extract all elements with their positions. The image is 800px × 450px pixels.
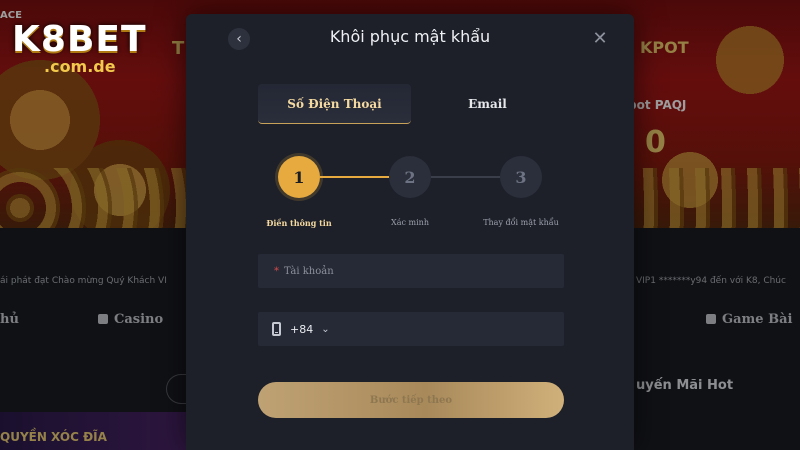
tab-phone-number[interactable]: Số Điện Thoại [258, 84, 411, 124]
step-2-label: Xác minh [391, 218, 429, 227]
country-code[interactable]: +84 [290, 323, 313, 336]
password-recovery-modal: ‹ Khôi phục mật khẩu ✕ Số Điện Thoại Ema… [186, 14, 634, 450]
close-button[interactable]: ✕ [588, 26, 612, 50]
next-step-button[interactable]: Bước tiếp theo [258, 382, 564, 418]
step-2-circle: 2 [389, 156, 431, 198]
phone-icon [272, 322, 281, 336]
account-placeholder: Tài khoản [284, 265, 334, 277]
brand-logo[interactable]: K8BET .com.de [12, 22, 147, 76]
modal-title: Khôi phục mật khẩu [329, 27, 491, 46]
logo-main-text: K8BET [12, 19, 147, 60]
account-input[interactable]: * Tài khoản [258, 254, 564, 288]
step-1-circle: 1 [278, 156, 320, 198]
step-3-circle: 3 [500, 156, 542, 198]
chevron-down-icon[interactable]: ⌄ [321, 324, 329, 335]
logo-domain-text: .com.de [44, 57, 116, 76]
close-icon: ✕ [592, 27, 608, 49]
required-mark: * [274, 265, 279, 277]
step-connector-1 [320, 176, 389, 178]
phone-input[interactable]: +84 ⌄ [258, 312, 564, 346]
tab-email[interactable]: Email [411, 84, 564, 124]
recovery-method-tabs: Số Điện Thoại Email [258, 84, 564, 124]
step-connector-2 [431, 176, 500, 178]
step-1-label: Điền thông tin [266, 218, 332, 228]
progress-stepper: 1 2 3 Điền thông tin Xác minh Thay đổi m… [258, 156, 564, 236]
step-3-label: Thay đổi mật khẩu [483, 218, 559, 227]
